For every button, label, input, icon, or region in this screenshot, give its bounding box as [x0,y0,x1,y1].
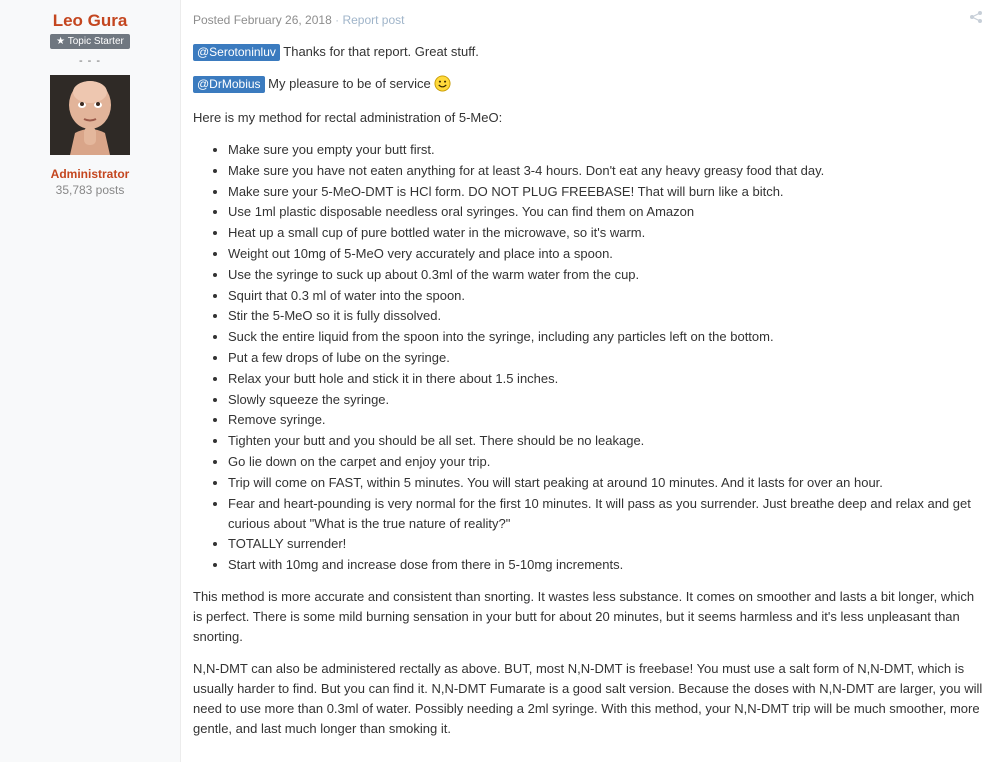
author-post-count: 35,783 posts [55,183,125,197]
list-item: Heat up a small cup of pure bottled wate… [228,223,983,243]
list-item: Suck the entire liquid from the spoon in… [228,327,983,347]
list-item: Tighten your butt and you should be all … [228,431,983,451]
mention-drmobius[interactable]: @DrMobius [193,76,265,93]
reply-text-1: Thanks for that report. Great stuff. [283,44,479,59]
reply-line-2: @DrMobius My pleasure to be of service [193,74,983,94]
list-item: Make sure you empty your butt first. [228,140,983,160]
star-icon: ★ [56,36,66,47]
intro-text: Here is my method for rectal administrat… [193,110,503,125]
list-item: Stir the 5-MeO so it is fully dissolved. [228,306,983,326]
report-post-link[interactable]: Report post [342,13,404,27]
list-item: Put a few drops of lube on the syringe. [228,348,983,368]
list-item: Start with 10mg and increase dose from t… [228,555,983,575]
list-item: Use the syringe to suck up about 0.3ml o… [228,265,983,285]
avatar[interactable] [50,75,130,155]
post-body: Posted February 26, 2018 · Report post @… [193,0,983,739]
author-panel: Leo Gura ★ Topic Starter - - - Administr… [0,0,181,762]
list-item: Go lie down on the carpet and enjoy your… [228,452,983,472]
list-item: Slowly squeeze the syringe. [228,390,983,410]
list-item: Trip will come on FAST, within 5 minutes… [228,473,983,493]
author-divider: - - - [78,55,102,67]
author-name-link[interactable]: Leo Gura [0,11,180,31]
steps-list: Make sure you empty your butt first. Mak… [193,140,983,575]
list-item: Make sure you have not eaten anything fo… [228,161,983,181]
list-item: Fear and heart-pounding is very normal f… [228,494,983,534]
meta-separator: · [335,13,340,27]
reply-text-2: My pleasure to be of service [268,76,431,91]
share-icon[interactable] [969,10,983,24]
topic-starter-badge: ★ Topic Starter [50,34,130,49]
list-item: Remove syringe. [228,410,983,430]
paragraph-nndmt: N,N-DMT can also be administered rectall… [193,661,983,737]
list-item: Use 1ml plastic disposable needless oral… [228,202,983,222]
list-item: TOTALLY surrender! [228,534,983,554]
list-item: Squirt that 0.3 ml of water into the spo… [228,286,983,306]
list-item: Weight out 10mg of 5-MeO very accurately… [228,244,983,264]
topic-starter-label: Topic Starter [67,36,124,47]
list-item: Make sure your 5-MeO-DMT is HCl form. DO… [228,182,983,202]
smiley-icon [434,75,451,92]
post-meta: Posted February 26, 2018 · Report post [193,10,983,30]
mention-serotoninluv[interactable]: @Serotoninluv [193,44,280,61]
author-role: Administrator [50,167,130,181]
reply-line-1: @Serotoninluv Thanks for that report. Gr… [193,42,983,62]
post-date: Posted February 26, 2018 [193,13,332,27]
list-item: Relax your butt hole and stick it in the… [228,369,983,389]
paragraph-accuracy: This method is more accurate and consist… [193,589,975,645]
